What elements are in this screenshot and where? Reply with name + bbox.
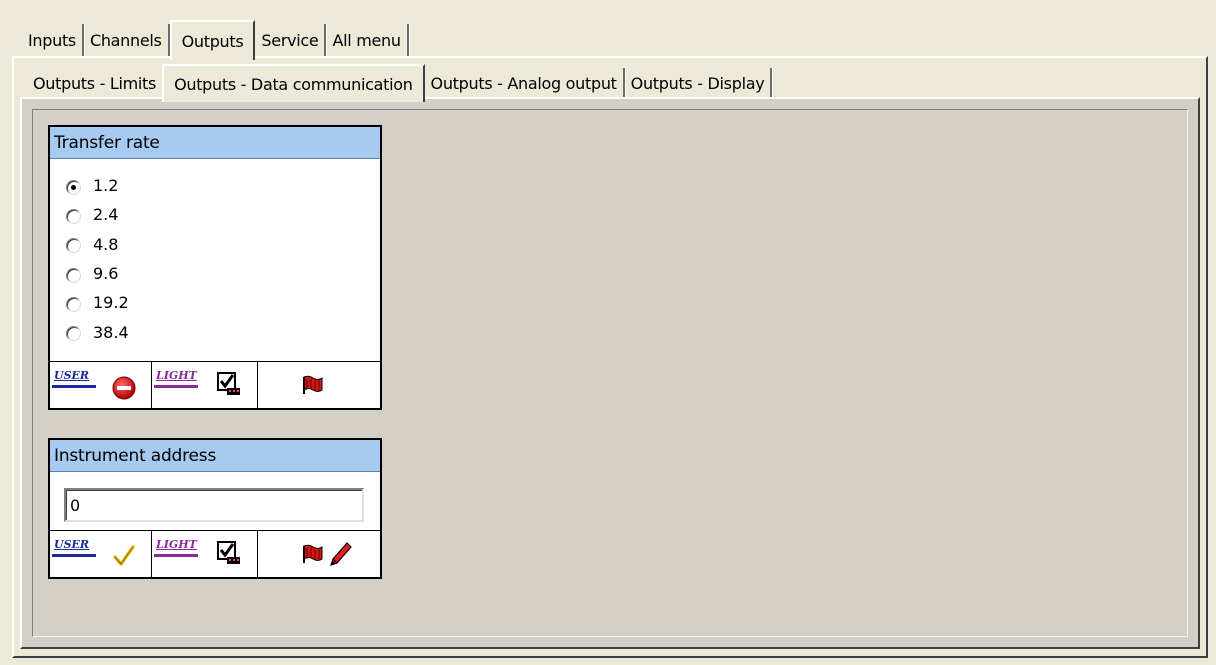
flag-icon [303,375,323,394]
radio-label: 1.2 [93,176,119,196]
no-entry-icon [112,376,136,400]
tab-all-menu[interactable]: All menu [326,24,409,57]
radio-option[interactable]: 4.8 [66,230,380,259]
tab-label: Service [261,31,319,50]
tab-label: Outputs - Limits [33,74,157,93]
light-tag: LIGHT [156,538,197,551]
user-tag: USER [54,538,90,551]
radio-option[interactable]: 1.2 [66,171,380,200]
checkbox-icon [217,372,240,395]
radio-label: 38.4 [93,322,129,342]
panel-title: Transfer rate [50,127,380,159]
user-tag-underline [52,385,96,388]
tab-label: Outputs - Data communication [174,74,413,94]
data-communication-page: Transfer rate 1.2 2.4 4.8 9.6 19.2 38.4 … [20,97,1200,649]
radio-label: 4.8 [93,234,119,254]
tab-service[interactable]: Service [255,24,327,57]
radio-button[interactable] [66,179,81,195]
radio-label: 2.4 [93,205,119,225]
tab-label: Inputs [28,31,76,50]
user-tag: USER [54,369,90,382]
user-access-cell[interactable]: USER [50,362,152,408]
tab-channels[interactable]: Channels [84,24,170,57]
radio-button[interactable] [66,326,81,342]
tab-label: Outputs - Display [630,74,765,93]
pencil-icon[interactable] [329,541,353,567]
panel-title: Instrument address [50,440,380,472]
instrument-address-panel: Instrument address USER LIGHT [48,438,382,579]
radio-option[interactable]: 19.2 [66,288,380,317]
transfer-rate-options: 1.2 2.4 4.8 9.6 19.2 38.4 [50,159,380,347]
tab-outputs[interactable]: Outputs [169,20,256,60]
radio-label: 19.2 [93,293,129,313]
main-tab-strip: Inputs Channels Outputs Service All menu [22,14,409,60]
checkmark-icon [113,545,135,566]
panel-footer: USER LIGHT [50,361,380,408]
radio-label: 9.6 [93,264,119,284]
radio-button[interactable] [66,208,81,224]
radio-option[interactable]: 38.4 [66,317,380,346]
flag-icon [303,544,323,563]
sub-tab-strip: Outputs - Limits Outputs - Data communic… [27,60,773,102]
tab-inputs[interactable]: Inputs [22,24,84,57]
instrument-address-input[interactable] [64,488,364,522]
radio-button[interactable] [66,238,81,254]
tab-label: Outputs [181,31,244,51]
radio-option[interactable]: 9.6 [66,259,380,288]
light-access-cell[interactable]: LIGHT [152,362,258,408]
transfer-rate-panel: Transfer rate 1.2 2.4 4.8 9.6 19.2 38.4 … [48,125,382,410]
user-tag-underline [52,554,96,557]
flag-edit-cell[interactable] [258,531,380,577]
radio-option[interactable]: 2.4 [66,200,380,229]
user-access-cell[interactable]: USER [50,531,152,577]
checkbox-icon [217,541,240,564]
tab-label: All menu [332,31,401,50]
subtab-outputs-limits[interactable]: Outputs - Limits [27,68,162,99]
light-tag-underline [154,554,198,557]
subtab-outputs-analog-output[interactable]: Outputs - Analog output [425,68,625,99]
tab-label: Outputs - Analog output [430,74,617,93]
light-access-cell[interactable]: LIGHT [152,531,258,577]
subtab-outputs-display[interactable]: Outputs - Display [625,68,773,99]
flag-cell[interactable] [258,362,380,408]
subtab-outputs-data-communication[interactable]: Outputs - Data communication [162,64,425,102]
tab-label: Channels [89,31,162,50]
content-area: Transfer rate 1.2 2.4 4.8 9.6 19.2 38.4 … [32,109,1188,637]
panel-footer: USER LIGHT [50,530,380,577]
radio-button[interactable] [66,267,81,283]
light-tag: LIGHT [156,369,197,382]
radio-button[interactable] [66,296,81,312]
light-tag-underline [154,385,198,388]
